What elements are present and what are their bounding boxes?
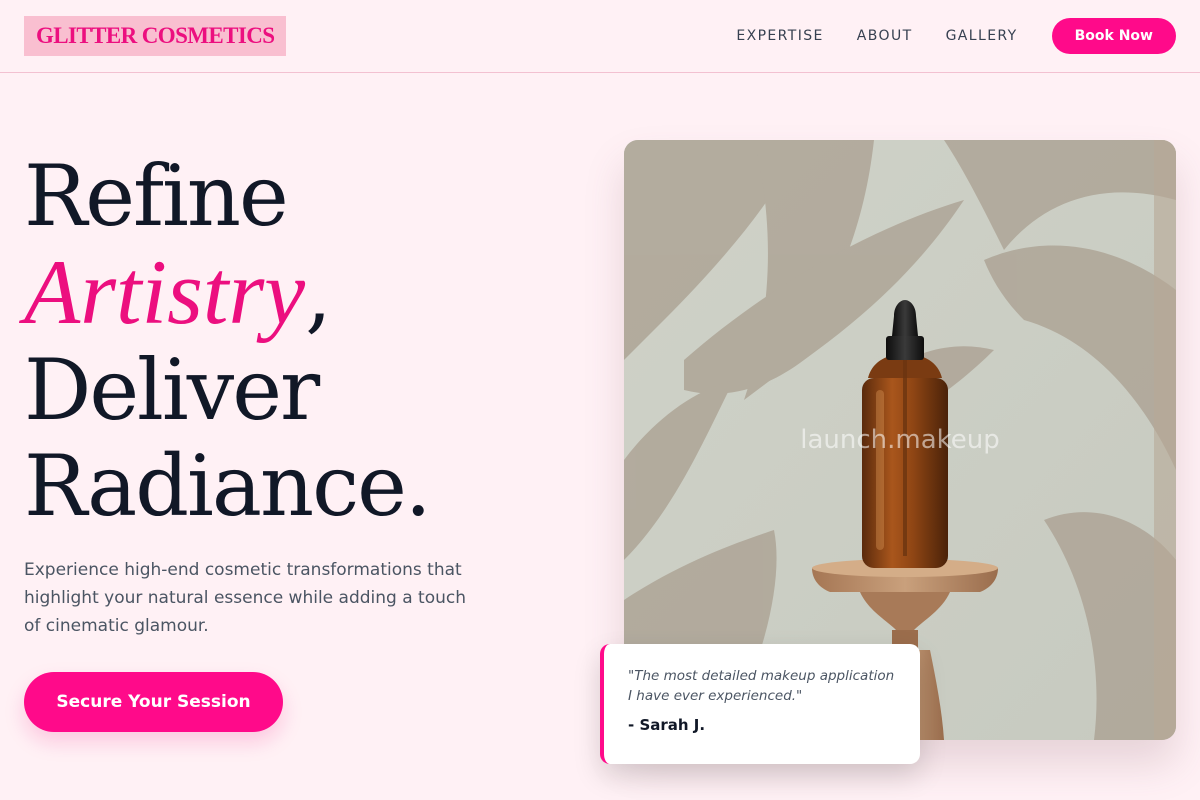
testimonial-author: - Sarah J.	[628, 716, 706, 734]
site-header: GLITTER COSMETICS EXPERTISE ABOUT GALLER…	[0, 0, 1200, 73]
hero-subtext: Experience high-end cosmetic transformat…	[24, 560, 467, 636]
nav-link-gallery[interactable]: GALLERY	[946, 28, 1018, 44]
headline-line-3: Deliver	[24, 341, 320, 439]
main-nav: EXPERTISE ABOUT GALLERY Book Now	[736, 18, 1176, 54]
book-now-button[interactable]: Book Now	[1051, 18, 1176, 54]
secure-session-button[interactable]: Secure Your Session	[24, 672, 283, 732]
testimonial-quote: "The most detailed makeup application I …	[628, 668, 895, 704]
headline-line-4: Radiance.	[24, 437, 432, 535]
image-watermark: launch.makeup	[800, 425, 1000, 455]
headline-line-1: Refine	[24, 147, 289, 245]
headline-accent-word: Artistry	[24, 241, 306, 343]
headline-line-2: Artistry,	[24, 244, 430, 342]
brand-logo[interactable]: GLITTER COSMETICS	[24, 16, 287, 56]
nav-link-about[interactable]: ABOUT	[857, 28, 913, 44]
nav-link-expertise[interactable]: EXPERTISE	[736, 28, 823, 44]
headline-comma: ,	[305, 245, 332, 343]
hero-headline: Refine Artistry, Deliver Radiance.	[24, 147, 432, 535]
testimonial-card: "The most detailed makeup application I …	[600, 644, 920, 764]
